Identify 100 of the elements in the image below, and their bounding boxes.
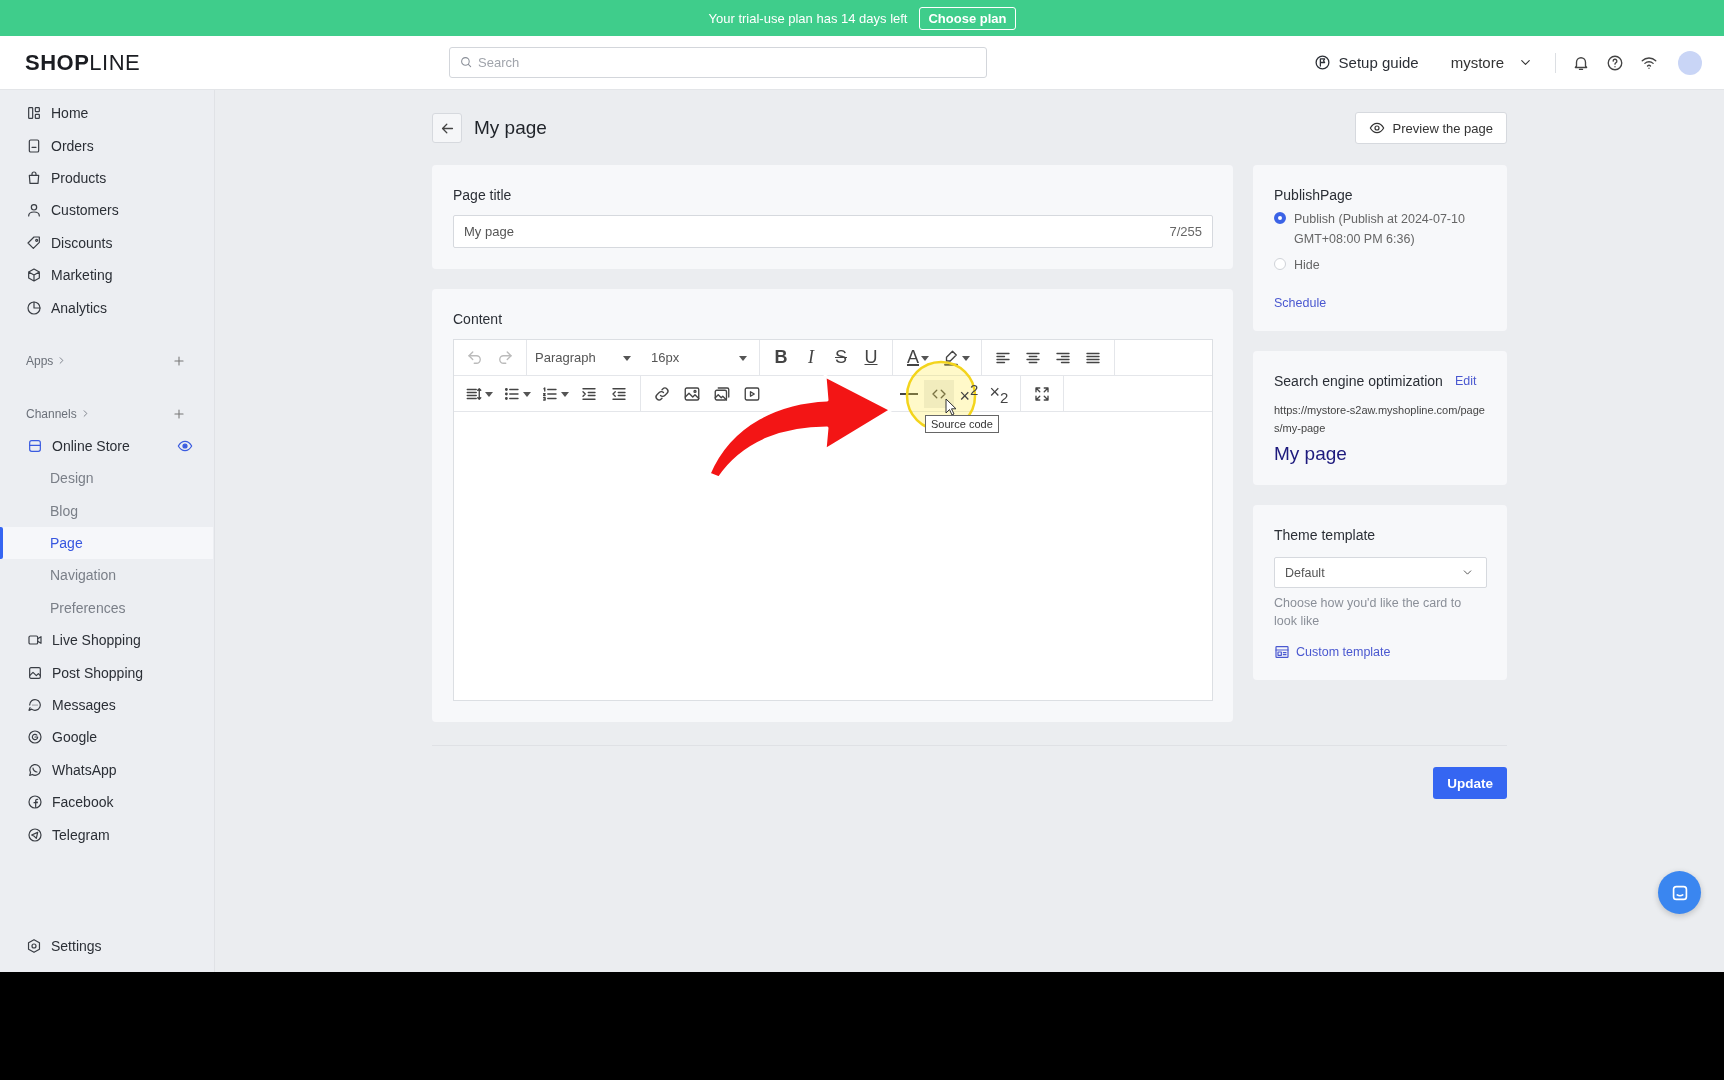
block-format-select[interactable]: Paragraph <box>527 343 643 372</box>
images-icon <box>713 384 731 403</box>
sidebar-item[interactable]: Online Store <box>0 429 213 463</box>
source-code-button[interactable] <box>924 379 954 408</box>
pie-chart-icon <box>26 299 42 316</box>
video-icon <box>743 384 761 403</box>
caret-icon <box>921 353 929 362</box>
chat-button[interactable] <box>1658 871 1701 914</box>
flag-circle-icon <box>1313 54 1331 71</box>
chat-icon <box>27 697 43 714</box>
seo-page-title: My page <box>1274 443 1348 465</box>
text-color-button[interactable]: A <box>899 343 937 372</box>
sidebar-item[interactable]: Discounts <box>0 226 213 259</box>
image-icon <box>27 664 43 681</box>
caret-icon <box>962 353 970 362</box>
redo-icon <box>496 348 514 367</box>
sidebar-item[interactable]: Telegram <box>0 818 213 851</box>
search-icon <box>459 55 473 69</box>
preview-button[interactable]: Preview the page <box>1354 112 1507 144</box>
font-size-select[interactable]: 16px <box>643 343 759 372</box>
plus-icon <box>172 406 186 421</box>
storefront-icon <box>27 437 43 454</box>
page-heading: My page <box>474 117 547 139</box>
sidebar-item[interactable]: Page <box>0 526 213 560</box>
italic-button[interactable]: I <box>796 343 826 372</box>
cube-icon <box>26 267 42 284</box>
channels-section-label[interactable]: Channels <box>26 406 91 421</box>
sidebar-item[interactable]: Home <box>0 97 213 130</box>
sidebar-item[interactable]: Messages <box>0 688 213 722</box>
sidebar-item[interactable]: Google <box>0 721 213 754</box>
eye-icon <box>1368 120 1385 136</box>
template-select[interactable]: Default <box>1274 557 1487 588</box>
store-switcher[interactable]: mystore <box>1450 54 1533 71</box>
layout-icon <box>26 105 42 122</box>
sidebar-item[interactable]: Products <box>0 161 213 195</box>
back-button[interactable] <box>432 113 462 143</box>
caret-icon <box>561 389 569 398</box>
radio-button[interactable] <box>1274 212 1286 224</box>
sidebar-item[interactable]: Customers <box>0 194 213 227</box>
sidebar-item[interactable]: Navigation <box>0 559 213 592</box>
sidebar-item[interactable]: Settings <box>0 929 213 962</box>
custom-template-link[interactable]: Custom template <box>1274 644 1487 660</box>
strike-button[interactable]: S <box>826 343 856 372</box>
card-title: Theme template <box>1274 527 1377 543</box>
horizontal-line-icon <box>900 392 918 395</box>
character-counter: 7/255 <box>1169 224 1202 239</box>
card-title: Search engine optimization <box>1274 373 1443 389</box>
caret-icon <box>523 389 531 398</box>
sidebar-item[interactable]: Design <box>0 462 213 495</box>
whatsapp-icon <box>27 761 43 778</box>
page-title-field[interactable]: My page 7/255 <box>453 215 1213 248</box>
sidebar-item[interactable]: Facebook <box>0 786 213 819</box>
question-drawing <box>1606 53 1624 72</box>
shopline-logo[interactable]: SHOPLINE <box>25 49 141 75</box>
sidebar-item[interactable]: Post Shopping <box>0 656 213 689</box>
update-button[interactable]: Update <box>1433 767 1507 799</box>
sidebar-item[interactable]: WhatsApp <box>0 753 213 787</box>
card-title: PublishPage <box>1274 187 1354 203</box>
tag-icon <box>26 234 42 251</box>
schedule-link[interactable]: Schedule <box>1274 296 1327 310</box>
caret-icon <box>485 389 493 398</box>
sidebar-item[interactable]: Analytics <box>0 291 213 324</box>
pen-icon <box>942 348 960 367</box>
underline-button[interactable]: U <box>856 343 886 372</box>
template-icon <box>1274 644 1290 660</box>
undo-icon <box>466 348 484 367</box>
sidebar-item[interactable]: Blog <box>0 494 213 527</box>
tooltip: Source code <box>925 415 999 433</box>
sidebar-item[interactable]: Marketing <box>0 258 213 292</box>
help-icon[interactable] <box>1606 53 1624 72</box>
link-icon <box>653 384 671 403</box>
bag-icon <box>26 169 42 186</box>
field-label: Page title <box>453 187 513 203</box>
caret-icon <box>623 353 631 362</box>
trial-message: Your trial-use plan has 14 days left <box>708 10 908 26</box>
caret-icon <box>739 353 747 362</box>
search-field[interactable]: Search <box>449 47 987 78</box>
subscript-button[interactable]: ×$_{2}$ <box>984 379 1014 408</box>
apps-section-label[interactable]: Apps <box>26 353 68 368</box>
google-icon <box>27 729 43 746</box>
radio-option[interactable]: Hide <box>1274 255 1487 275</box>
mouse-pointer-icon <box>945 398 957 416</box>
telegram-icon <box>27 826 43 843</box>
edit-link[interactable]: Edit <box>1454 374 1477 388</box>
person-icon <box>26 202 42 219</box>
hint-text: Choose how you'd like the card to look like <box>1274 595 1463 630</box>
setup-guide-link[interactable]: Setup guide <box>1313 54 1419 71</box>
field-label: Content <box>453 311 504 327</box>
plus-icon <box>172 353 186 368</box>
sidebar-item[interactable]: Preferences <box>0 591 213 625</box>
numbered-list-icon <box>541 384 559 403</box>
radio-option[interactable]: Publish (Publish at 2024-07-10 GMT+08:00 PM 6:36) <box>1274 209 1487 249</box>
sidebar-item[interactable]: Orders <box>0 129 213 162</box>
bold-button[interactable]: B <box>766 343 796 372</box>
fullscreen-icon <box>1033 384 1051 403</box>
settings-icon <box>26 937 42 954</box>
sidebar-item[interactable]: Live Shopping <box>0 624 213 657</box>
page-url: https://mystore-s2aw.myshopline.com/pages/my-page <box>1274 403 1486 436</box>
facebook-icon <box>27 794 43 811</box>
document-icon <box>26 137 42 154</box>
